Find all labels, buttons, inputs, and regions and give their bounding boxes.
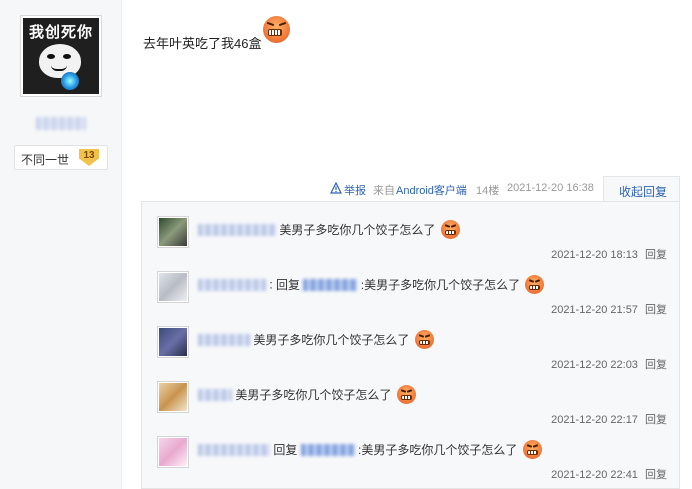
angry-grin-emoji-icon: [396, 385, 416, 404]
report-link[interactable]: 举报: [344, 182, 366, 198]
reply-text: 美男子多吃你几个饺子怎么了: [235, 388, 392, 402]
reply-to-label: 回复: [273, 443, 298, 457]
angry-grin-emoji-icon: [525, 275, 545, 294]
reply-prefix: :: [269, 277, 273, 292]
reply-item: 美男子多吃你几个饺子怎么了 2021-12-20 22:17 回复: [142, 367, 681, 426]
author-sidebar: 我创死你 不同一世 13: [0, 0, 122, 489]
reply-username-blurred[interactable]: [198, 388, 232, 401]
reply-avatar[interactable]: [157, 326, 189, 358]
author-title-badge[interactable]: 不同一世 13: [14, 145, 108, 170]
reply-text: 美男子多吃你几个饺子怎么了: [253, 333, 410, 347]
angry-grin-emoji-icon: [522, 440, 542, 459]
reply-item: 回复 :美男子多吃你几个饺子怎么了 2021-12-20 22:41 回复: [142, 422, 681, 481]
reply-content: 美男子多吃你几个饺子怎么了: [198, 385, 416, 404]
collapse-replies-label: 收起回复: [619, 185, 668, 199]
warning-icon[interactable]: [330, 182, 342, 194]
author-avatar-image: 我创死你: [23, 18, 99, 94]
collapse-replies-tab[interactable]: 收起回复: [603, 176, 680, 202]
reply-avatar[interactable]: [157, 381, 189, 413]
post-time: 2021-12-20 16:38: [507, 182, 594, 194]
avatar-caption: 我创死你: [28, 23, 93, 41]
reply-target-blurred[interactable]: [303, 278, 358, 291]
reply-avatar[interactable]: [157, 216, 189, 248]
reply-text: 美男子多吃你几个饺子怎么了: [279, 223, 436, 237]
reply-text: :美男子多吃你几个饺子怎么了: [358, 443, 518, 457]
reply-to-label: 回复: [276, 278, 301, 292]
reply-button[interactable]: 回复: [645, 469, 667, 481]
reply-item: 美男子多吃你几个饺子怎么了 2021-12-20 22:03 回复: [142, 312, 681, 371]
floor-number: 14楼: [476, 185, 500, 197]
reply-time: 2021-12-20 22:41: [551, 469, 638, 481]
reply-panel: 美男子多吃你几个饺子怎么了 2021-12-20 18:13 回复 : 回复 :…: [141, 201, 680, 489]
author-level: 13: [83, 150, 95, 161]
client-link[interactable]: Android客户端: [396, 182, 467, 198]
reply-content: 美男子多吃你几个饺子怎么了: [198, 330, 434, 349]
reply-content: 回复 :美男子多吃你几个饺子怎么了: [198, 440, 542, 459]
reply-content: : 回复 :美男子多吃你几个饺子怎么了: [198, 275, 545, 294]
reply-content: 美男子多吃你几个饺子怎么了: [198, 220, 460, 239]
author-avatar[interactable]: 我创死你: [20, 15, 102, 97]
reply-avatar[interactable]: [157, 271, 189, 303]
reply-username-blurred[interactable]: [198, 333, 250, 346]
post-content: 去年叶英吃了我46盒: [143, 36, 262, 51]
reply-target-blurred[interactable]: [300, 443, 355, 456]
reply-item: : 回复 :美男子多吃你几个饺子怎么了 2021-12-20 21:57 回复: [142, 257, 681, 316]
angry-grin-emoji-icon: [440, 220, 460, 239]
reply-username-blurred[interactable]: [198, 443, 270, 456]
reply-meta: 2021-12-20 22:41 回复: [551, 466, 667, 482]
author-title: 不同一世: [21, 153, 70, 167]
angry-grin-emoji-icon: [414, 330, 434, 349]
client-prefix: 来自: [373, 185, 395, 197]
reply-item: 美男子多吃你几个饺子怎么了 2021-12-20 18:13 回复: [142, 202, 681, 261]
reply-text: :美男子多吃你几个饺子怎么了: [360, 278, 521, 292]
angry-grin-emoji-icon: [263, 16, 290, 43]
author-name-blurred[interactable]: [36, 117, 86, 130]
reply-username-blurred[interactable]: [198, 278, 266, 291]
reply-username-blurred[interactable]: [198, 223, 276, 236]
reply-avatar[interactable]: [157, 436, 189, 468]
